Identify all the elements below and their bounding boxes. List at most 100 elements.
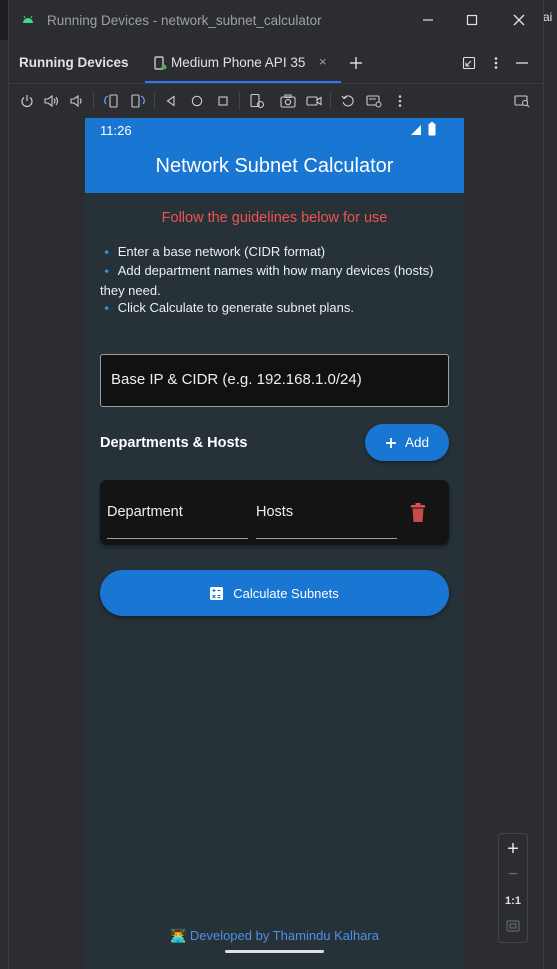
guideline-text: Click Calculate to generate subnet plans…: [117, 300, 355, 315]
calculate-subnets-button[interactable]: Calculate Subnets: [100, 570, 449, 616]
diamond-bullet-icon: 🔹: [100, 303, 114, 315]
rotate-left-button[interactable]: [103, 93, 119, 109]
hosts-field[interactable]: Hosts: [256, 480, 397, 539]
toolbar-more-button[interactable]: [392, 93, 408, 109]
close-icon: [513, 14, 525, 26]
snapshot-icon: [250, 93, 265, 109]
signal-icon: [411, 125, 421, 135]
active-tab-indicator: [145, 81, 341, 83]
hide-panel-button[interactable]: [512, 53, 532, 73]
battery-icon: [428, 122, 436, 136]
guideline-text: Enter a base network (CIDR format): [117, 244, 326, 259]
guideline-item: 🔹 Add department names with how many devi…: [100, 262, 455, 300]
camera-icon: [280, 94, 296, 108]
maximize-button[interactable]: [459, 8, 485, 32]
device-explorer-icon: [514, 95, 530, 108]
plus-icon: [385, 437, 396, 448]
volume-up-icon: [44, 94, 59, 108]
toolbar-separator: [330, 92, 331, 110]
android-icon: [23, 15, 33, 23]
device-explorer-button[interactable]: [514, 93, 530, 109]
power-button[interactable]: [19, 93, 35, 109]
extended-controls-button[interactable]: [366, 93, 382, 109]
restore-button[interactable]: [459, 53, 479, 73]
new-tab-button[interactable]: [344, 51, 368, 75]
restore-icon: [462, 56, 476, 70]
toolbar-separator: [154, 92, 155, 110]
minimize-panel-icon: [516, 62, 528, 64]
video-camera-icon: [306, 96, 322, 106]
volume-down-icon: [70, 94, 82, 108]
device-icon: [154, 56, 167, 70]
tab-medium-phone[interactable]: Medium Phone API 35 ×: [145, 43, 341, 83]
department-placeholder: Department: [107, 504, 183, 520]
home-icon: [191, 95, 203, 107]
departments-label: Departments & Hosts: [100, 435, 248, 451]
running-devices-window: Running Devices - network_subnet_calcula…: [8, 0, 544, 969]
reset-icon: [341, 95, 354, 107]
device-screen[interactable]: 11:26 Network Subnet Calculator Follow t…: [85, 118, 464, 969]
overview-icon: [218, 96, 228, 106]
rotate-left-icon: [104, 94, 118, 108]
zoom-controls: + − 1:1: [498, 833, 528, 943]
close-window-button[interactable]: [506, 8, 532, 32]
zoom-in-button[interactable]: +: [499, 838, 527, 860]
window-title: Running Devices - network_subnet_calcula…: [47, 13, 322, 28]
app-bar: Network Subnet Calculator: [85, 142, 464, 193]
power-icon: [21, 95, 33, 108]
fit-screen-icon: [506, 920, 520, 932]
panel-title: Running Devices: [19, 55, 129, 70]
status-time: 11:26: [100, 123, 132, 138]
guideline-item: 🔹 Enter a base network (CIDR format): [100, 243, 455, 263]
volume-up-button[interactable]: [44, 93, 60, 109]
toolbar-separator: [239, 92, 240, 110]
diamond-bullet-icon: 🔹: [100, 266, 114, 278]
home-button[interactable]: [189, 93, 205, 109]
fit-screen-button[interactable]: [499, 919, 527, 937]
add-department-button[interactable]: Add: [365, 424, 449, 461]
background-ide-text: ai: [543, 10, 553, 24]
base-ip-cidr-input[interactable]: Base IP & CIDR (e.g. 192.168.1.0/24): [100, 354, 449, 407]
developer-credit: 👨‍💻 Developed by Thamindu Kalhara: [85, 928, 464, 944]
delete-icon[interactable]: [410, 503, 426, 523]
rotate-right-button[interactable]: [130, 93, 146, 109]
gesture-nav-handle[interactable]: [225, 950, 324, 953]
snapshot-button[interactable]: [249, 93, 265, 109]
tab-close-icon[interactable]: ×: [319, 54, 327, 69]
background-ide-left: [0, 40, 8, 969]
minimize-icon: [423, 19, 433, 21]
maximize-icon: [466, 14, 478, 26]
guideline-item: 🔹 Click Calculate to generate subnet plan…: [100, 299, 455, 319]
emulator-toolbar: [9, 84, 543, 118]
status-bar: 11:26: [85, 118, 464, 142]
toolbar-separator: [93, 92, 94, 110]
guideline-text: Add department names with how many devic…: [100, 263, 434, 298]
more-vertical-icon: [398, 95, 402, 107]
calculate-button-label: Calculate Subnets: [233, 585, 339, 601]
diamond-bullet-icon: 🔹: [100, 247, 114, 259]
department-name-field[interactable]: Department: [107, 480, 248, 539]
back-icon: [166, 95, 175, 107]
app-title: Network Subnet Calculator: [155, 155, 394, 177]
guidelines-heading: Follow the guidelines below for use: [161, 210, 388, 226]
rotate-right-icon: [131, 94, 145, 108]
calculator-icon: [210, 586, 224, 600]
more-vertical-icon: [494, 57, 498, 69]
actual-size-button[interactable]: 1:1: [499, 894, 527, 908]
developer-emoji-icon: 👨‍💻: [170, 928, 187, 943]
options-menu-button[interactable]: [486, 53, 506, 73]
minimize-button[interactable]: [415, 8, 441, 32]
keyboard-icon: [366, 95, 382, 108]
add-button-label: Add: [404, 435, 430, 450]
back-button[interactable]: [163, 93, 179, 109]
device-tab-label: Medium Phone API 35: [171, 55, 306, 70]
zoom-out-button[interactable]: −: [499, 864, 527, 886]
background-ide-right: ai: [542, 0, 557, 969]
reset-button[interactable]: [340, 93, 356, 109]
overview-button[interactable]: [215, 93, 231, 109]
volume-down-button[interactable]: [69, 93, 85, 109]
title-bar[interactable]: Running Devices - network_subnet_calcula…: [9, 0, 543, 40]
hosts-placeholder: Hosts: [256, 504, 294, 520]
screenshot-button[interactable]: [280, 93, 296, 109]
screen-record-button[interactable]: [306, 93, 322, 109]
